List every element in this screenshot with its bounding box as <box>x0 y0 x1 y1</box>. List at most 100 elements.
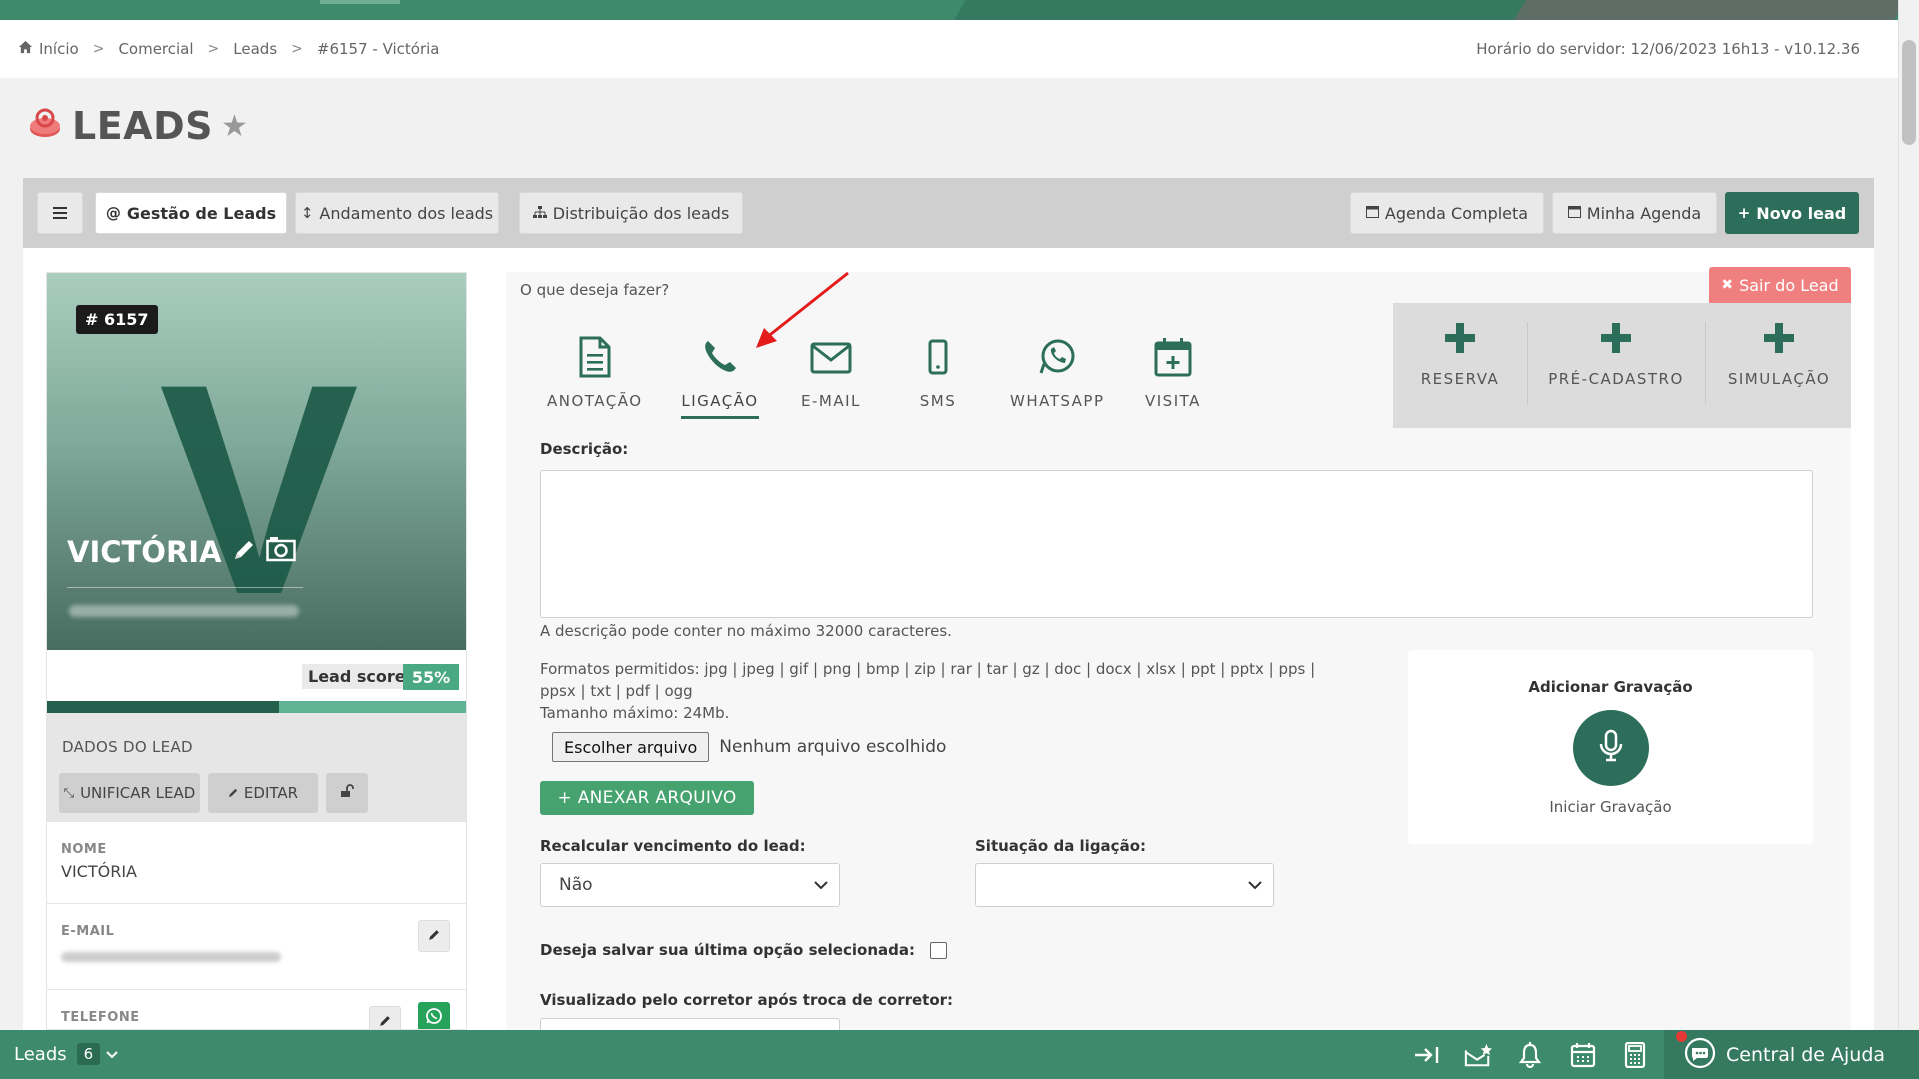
calendar-icon <box>1567 204 1581 222</box>
menu-toggle-button[interactable] <box>37 192 83 234</box>
server-time: Horário do servidor: 12/06/2023 16h13 - … <box>1476 40 1860 58</box>
gravacao-start-label: Iniciar Gravação <box>1549 798 1672 816</box>
situacao-label: Situação da ligação: <box>975 837 1146 855</box>
unificar-label: UNIFICAR LEAD <box>80 784 196 802</box>
lead-name: VICTÓRIA <box>67 535 222 569</box>
phone-icon <box>699 336 741 382</box>
breadcrumb-leads[interactable]: Leads <box>233 40 277 58</box>
tab-gestao-leads[interactable]: @ Gestão de Leads <box>95 192 287 234</box>
camera-icon[interactable] <box>265 535 296 569</box>
novo-lead-label: Novo lead <box>1756 203 1847 223</box>
sitemap-icon <box>532 204 547 222</box>
situacao-select[interactable] <box>975 863 1274 907</box>
close-icon: ✖ <box>1721 277 1734 293</box>
whatsapp-icon <box>425 1007 443 1029</box>
chevron-down-icon <box>813 876 829 899</box>
chevron-right-icon: > <box>207 41 220 57</box>
leads-count-badge: 6 <box>76 1043 101 1065</box>
action-simulacao[interactable]: SIMULAÇÃO <box>1724 322 1834 422</box>
start-recording-button[interactable] <box>1573 710 1649 786</box>
field-telefone-label: TELEFONE <box>61 1010 140 1025</box>
formats-line-1: Formatos permitidos: jpg | jpeg | gif | … <box>540 660 1316 678</box>
lead-score-bar <box>47 701 466 713</box>
mail-star-icon[interactable] <box>1464 1042 1492 1068</box>
calendar-icon[interactable] <box>1569 1042 1597 1068</box>
plus-icon: + <box>1737 204 1751 222</box>
breadcrumb-comercial[interactable]: Comercial <box>118 40 193 58</box>
sair-do-lead-button[interactable]: ✖ Sair do Lead <box>1709 267 1851 303</box>
breadcrumb-inicio[interactable]: Início <box>39 40 79 58</box>
svg-text:V: V <box>159 343 361 623</box>
action-anotacao-label: ANOTAÇÃO <box>547 392 643 410</box>
bottom-bar: Leads 6 Central de Ajuda <box>0 1030 1919 1079</box>
pencil-icon <box>228 784 239 802</box>
dados-title: DADOS DO LEAD <box>62 738 193 756</box>
central-de-ajuda-button[interactable]: Central de Ajuda <box>1664 1030 1919 1079</box>
chevron-down-icon <box>106 1044 118 1065</box>
visualizado-label: Visualizado pelo corretor após troca de … <box>540 991 954 1009</box>
descricao-textarea[interactable] <box>540 470 1813 618</box>
action-question: O que deseja fazer? <box>506 272 686 308</box>
agenda-completa-button[interactable]: Agenda Completa <box>1350 192 1544 234</box>
sign-in-icon[interactable] <box>1413 1042 1441 1068</box>
unlock-button[interactable] <box>326 773 368 813</box>
action-sms-label: SMS <box>919 392 957 410</box>
action-anotacao[interactable]: ANOTAÇÃO <box>547 336 643 410</box>
field-nome: NOME VICTÓRIA <box>47 821 466 903</box>
action-visita[interactable]: VISITA <box>1145 336 1201 410</box>
field-nome-label: NOME <box>61 842 107 857</box>
calendar-icon <box>1365 204 1379 222</box>
choose-file-button[interactable]: Escolher arquivo <box>552 732 710 762</box>
tab-distribuicao-leads[interactable]: Distribuição dos leads <box>519 192 743 234</box>
notification-dot <box>1676 1031 1687 1042</box>
mobile-icon <box>917 336 959 382</box>
plus-icon <box>1600 322 1632 358</box>
pencil-icon[interactable] <box>232 535 256 569</box>
breadcrumb: Início > Comercial > Leads > #6157 - Vic… <box>18 40 440 58</box>
action-reserva[interactable]: RESERVA <box>1418 322 1502 422</box>
edit-telefone-button[interactable] <box>369 1006 401 1029</box>
page-title: LEADS <box>72 104 213 148</box>
plus-icon <box>1763 322 1795 358</box>
tab-gestao-label: Gestão de Leads <box>126 203 277 223</box>
chevron-right-icon: > <box>92 41 105 57</box>
edit-email-button[interactable] <box>418 920 450 952</box>
recalcular-value: Não <box>559 875 593 895</box>
action-whatsapp[interactable]: WHATSAPP <box>1010 336 1105 410</box>
page-scrollbar[interactable] <box>1898 0 1919 1030</box>
anexar-arquivo-button[interactable]: + ANEXAR ARQUIVO <box>540 781 754 815</box>
microphone-icon <box>1598 729 1624 767</box>
lead-name-row: VICTÓRIA <box>67 535 296 569</box>
lead-avatar-initial: V <box>159 343 361 623</box>
action-ligacao[interactable]: LIGAÇÃO <box>681 336 759 419</box>
recalcular-label: Recalcular vencimento do lead: <box>540 837 806 855</box>
recalcular-select[interactable]: Não <box>540 863 840 907</box>
action-sms[interactable]: SMS <box>917 336 959 410</box>
action-visita-label: VISITA <box>1145 392 1201 410</box>
sort-icon: ↕ <box>300 204 314 222</box>
editar-lead-button[interactable]: EDITAR <box>208 773 318 813</box>
tab-andamento-leads[interactable]: ↕ Andamento dos leads <box>295 192 499 234</box>
lead-card: # 6157 V VICTÓRIA Lead score 55% DADOS D… <box>46 272 467 1030</box>
visualizado-select[interactable] <box>540 1018 840 1030</box>
unificar-lead-button[interactable]: ⤡ UNIFICAR LEAD <box>59 773 200 813</box>
gravacao-title: Adicionar Gravação <box>1528 678 1693 696</box>
field-telefone: TELEFONE <box>47 989 466 1029</box>
lead-email-blurred <box>69 605 299 617</box>
file-input-row: Escolher arquivo Nenhum arquivo escolhid… <box>552 732 946 762</box>
novo-lead-button[interactable]: + Novo lead <box>1725 192 1859 234</box>
calculator-icon[interactable] <box>1621 1042 1649 1068</box>
favorite-star-icon[interactable]: ★ <box>221 109 248 144</box>
salvar-opcao-checkbox[interactable] <box>930 942 947 959</box>
action-pre-cadastro[interactable]: PRÉ-CADASTRO <box>1546 322 1686 422</box>
bell-icon[interactable] <box>1516 1042 1544 1068</box>
max-size: Tamanho máximo: 24Mb. <box>540 704 730 722</box>
module-toolbar: @ Gestão de Leads ↕ Andamento dos leads … <box>23 178 1874 248</box>
page-title-block: LEADS ★ <box>28 104 248 148</box>
lead-hero: # 6157 V VICTÓRIA <box>47 273 466 650</box>
whatsapp-telefone-button[interactable] <box>418 1002 450 1029</box>
minha-agenda-button[interactable]: Minha Agenda <box>1552 192 1717 234</box>
field-email: E-MAIL <box>47 903 466 989</box>
top-banner <box>0 0 1898 20</box>
leads-dropdown[interactable]: Leads 6 <box>14 1043 118 1065</box>
